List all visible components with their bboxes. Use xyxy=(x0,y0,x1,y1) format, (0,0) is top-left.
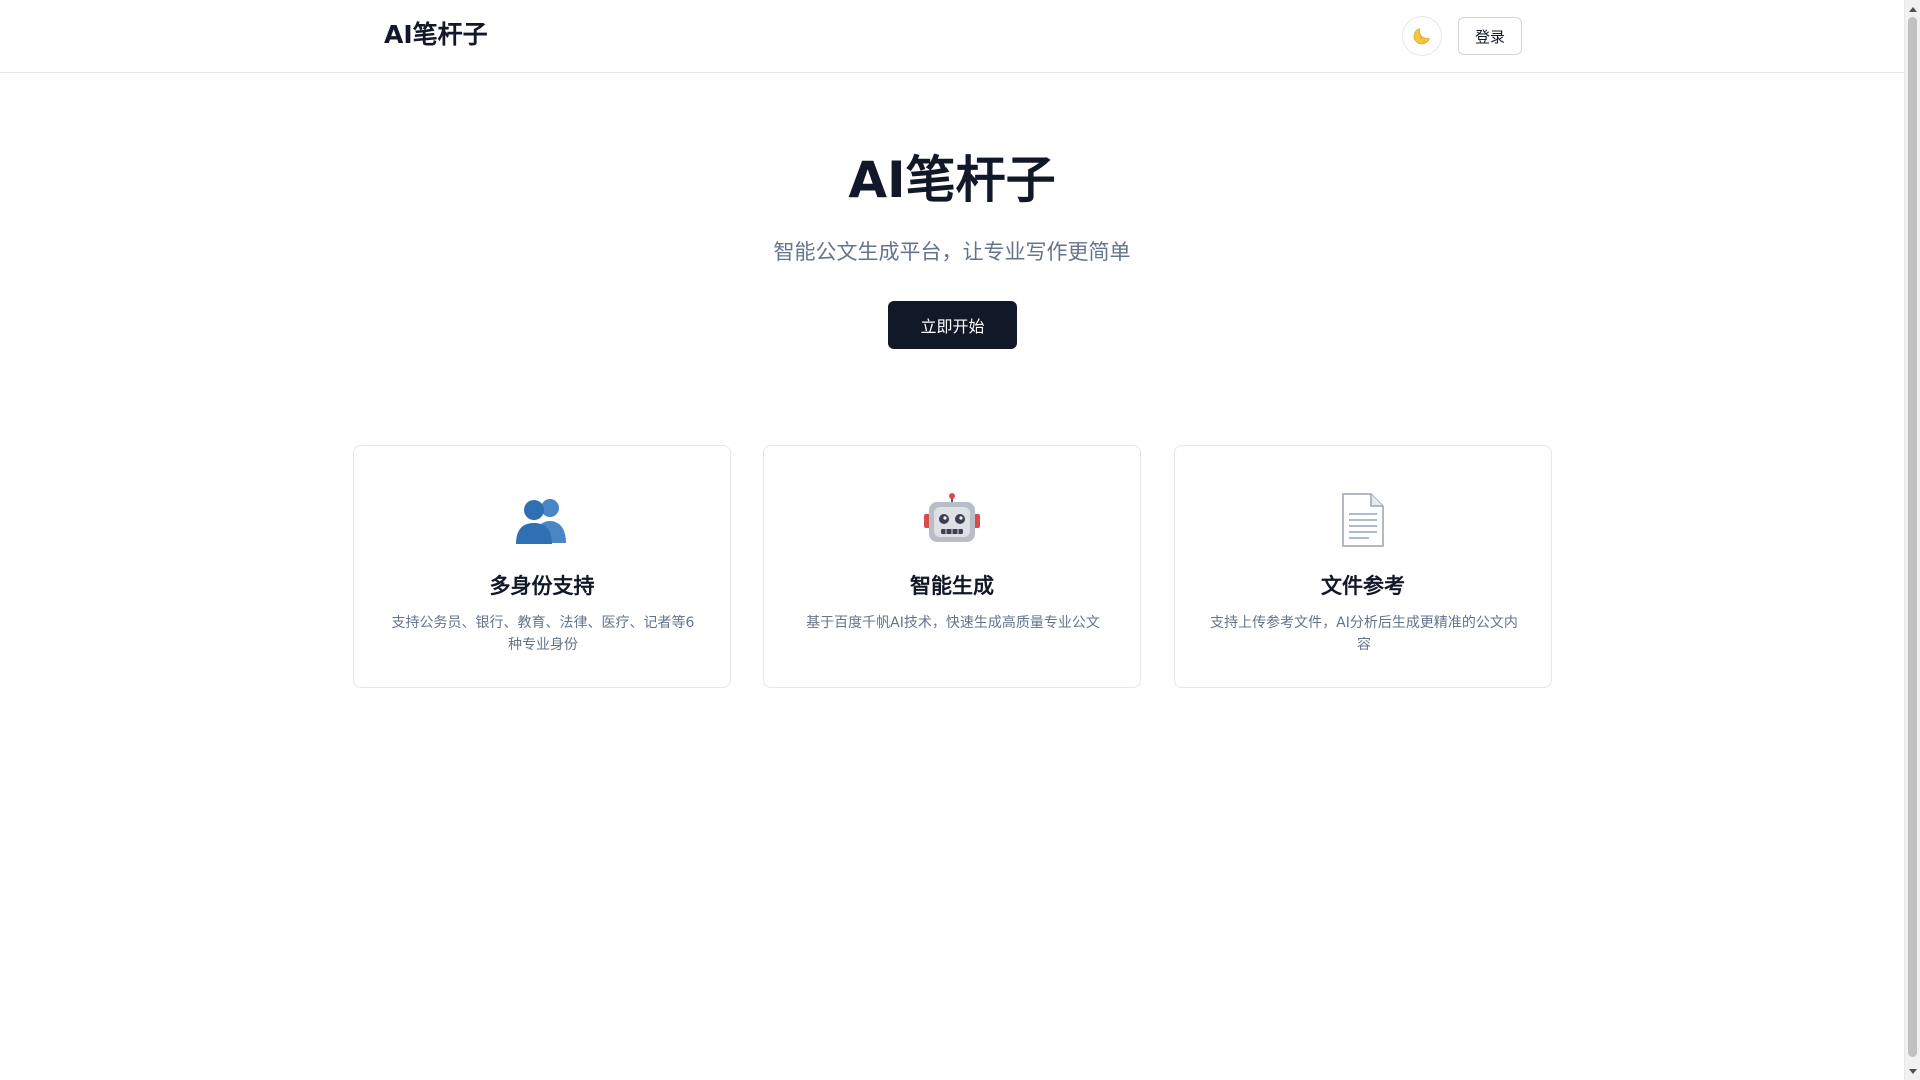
feature-title: 智能生成 xyxy=(910,574,994,598)
feature-title: 多身份支持 xyxy=(489,574,595,598)
top-nav: AI笔杆子 登录 xyxy=(0,0,1904,73)
feature-description: 支持公务员、银行、教育、法律、医疗、记者等6种专业身份 xyxy=(391,615,695,653)
feature-description: 支持上传参考文件，AI分析后生成更精准的公文内容 xyxy=(1210,615,1518,653)
feature-card-smart-generation: 智能生成 基于百度千帆AI技术，快速生成高质量专业公文 xyxy=(763,445,1141,688)
document-icon xyxy=(1175,490,1551,550)
feature-description: 基于百度千帆AI技术，快速生成高质量专业公文 xyxy=(806,615,1100,631)
robot-icon xyxy=(764,490,1140,550)
moon-icon xyxy=(1411,25,1433,47)
browser-viewport: AI笔杆子 登录 AI笔杆子 智能公文生成平台，让专业写作更简单 立即开始 多身… xyxy=(0,0,1920,1080)
scroll-up-arrow-icon[interactable] xyxy=(1905,0,1920,17)
login-button[interactable]: 登录 xyxy=(1458,17,1522,55)
landing-page: AI笔杆子 登录 AI笔杆子 智能公文生成平台，让专业写作更简单 立即开始 多身… xyxy=(0,0,1904,1080)
theme-toggle-button[interactable] xyxy=(1402,16,1442,56)
people-icon xyxy=(354,490,730,550)
feature-title: 文件参考 xyxy=(1321,574,1405,598)
get-started-button[interactable]: 立即开始 xyxy=(888,301,1017,349)
hero-title: AI笔杆子 xyxy=(848,151,1056,209)
hero-subtitle: 智能公文生成平台，让专业写作更简单 xyxy=(773,240,1131,264)
brand-logo-text[interactable]: AI笔杆子 xyxy=(384,18,488,52)
scrollbar-thumb[interactable] xyxy=(1908,17,1917,1057)
scroll-down-arrow-icon[interactable] xyxy=(1905,1063,1920,1080)
feature-card-file-reference: 文件参考 支持上传参考文件，AI分析后生成更精准的公文内容 xyxy=(1174,445,1552,688)
feature-card-multi-identity: 多身份支持 支持公务员、银行、教育、法律、医疗、记者等6种专业身份 xyxy=(353,445,731,688)
vertical-scrollbar[interactable] xyxy=(1904,0,1920,1080)
